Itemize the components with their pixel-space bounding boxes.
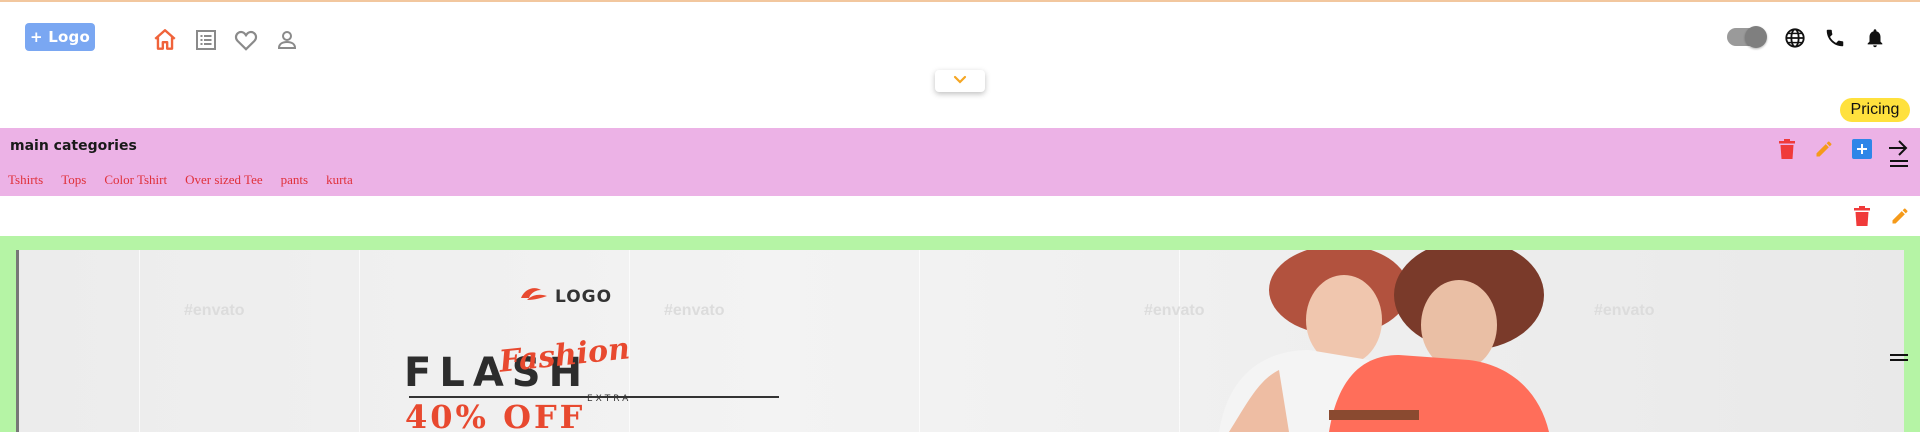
drag-handle[interactable] [1890, 352, 1908, 362]
toggle-switch[interactable] [1727, 26, 1767, 48]
edit-icon[interactable] [1812, 137, 1836, 161]
arrow-right-icon[interactable] [1886, 136, 1910, 160]
heart-icon[interactable] [231, 25, 261, 55]
page: + Logo Pricing main categories Tshirts T… [0, 0, 1920, 432]
watermark-text: #envato [664, 302, 725, 319]
globe-icon[interactable] [1781, 24, 1809, 52]
category-item-tops[interactable]: Tops [61, 172, 86, 188]
add-logo-button[interactable]: + Logo [25, 23, 95, 51]
list-icon[interactable] [191, 25, 221, 55]
main-categories-section: main categories Tshirts Tops Color Tshir… [0, 128, 1920, 196]
add-icon[interactable] [1850, 137, 1874, 161]
delete-icon[interactable] [1850, 204, 1874, 228]
category-item-pants[interactable]: pants [281, 172, 308, 188]
banner-offer: 40% OFF [405, 398, 586, 432]
banner-logo-text: LOGO [555, 286, 613, 307]
models-image [1219, 250, 1549, 432]
user-icon[interactable] [272, 25, 302, 55]
banner-logo: LOGO [519, 286, 612, 307]
banner-image[interactable]: #envato #envato #envato #envato LOGO FLA… [16, 250, 1904, 432]
chevron-down-icon [953, 72, 967, 90]
pricing-button[interactable]: Pricing [1840, 98, 1910, 122]
edit-icon[interactable] [1888, 204, 1912, 228]
toggle-knob [1745, 26, 1767, 48]
category-item-kurta[interactable]: kurta [326, 172, 353, 188]
drag-handle[interactable] [1890, 158, 1908, 168]
watermark-text: #envato [184, 302, 245, 319]
category-list: Tshirts Tops Color Tshirt Over sized Tee… [8, 172, 371, 188]
section-title: main categories [10, 138, 137, 154]
bell-icon[interactable] [1861, 24, 1889, 52]
category-item-color-tshirt[interactable]: Color Tshirt [104, 172, 167, 188]
top-border [0, 0, 1920, 2]
category-item-tshirts[interactable]: Tshirts [8, 172, 43, 188]
delete-icon[interactable] [1775, 137, 1799, 161]
phone-icon[interactable] [1821, 24, 1849, 52]
logo-mark-icon [519, 286, 549, 307]
banner-script-text: Fashion [497, 331, 632, 380]
collapse-toggle-button[interactable] [935, 70, 985, 92]
home-icon[interactable] [150, 25, 180, 55]
banner-section: #envato #envato #envato #envato LOGO FLA… [0, 236, 1920, 432]
banner-subtext: EXTRA [587, 394, 632, 404]
category-item-oversized-tee[interactable]: Over sized Tee [185, 172, 263, 188]
